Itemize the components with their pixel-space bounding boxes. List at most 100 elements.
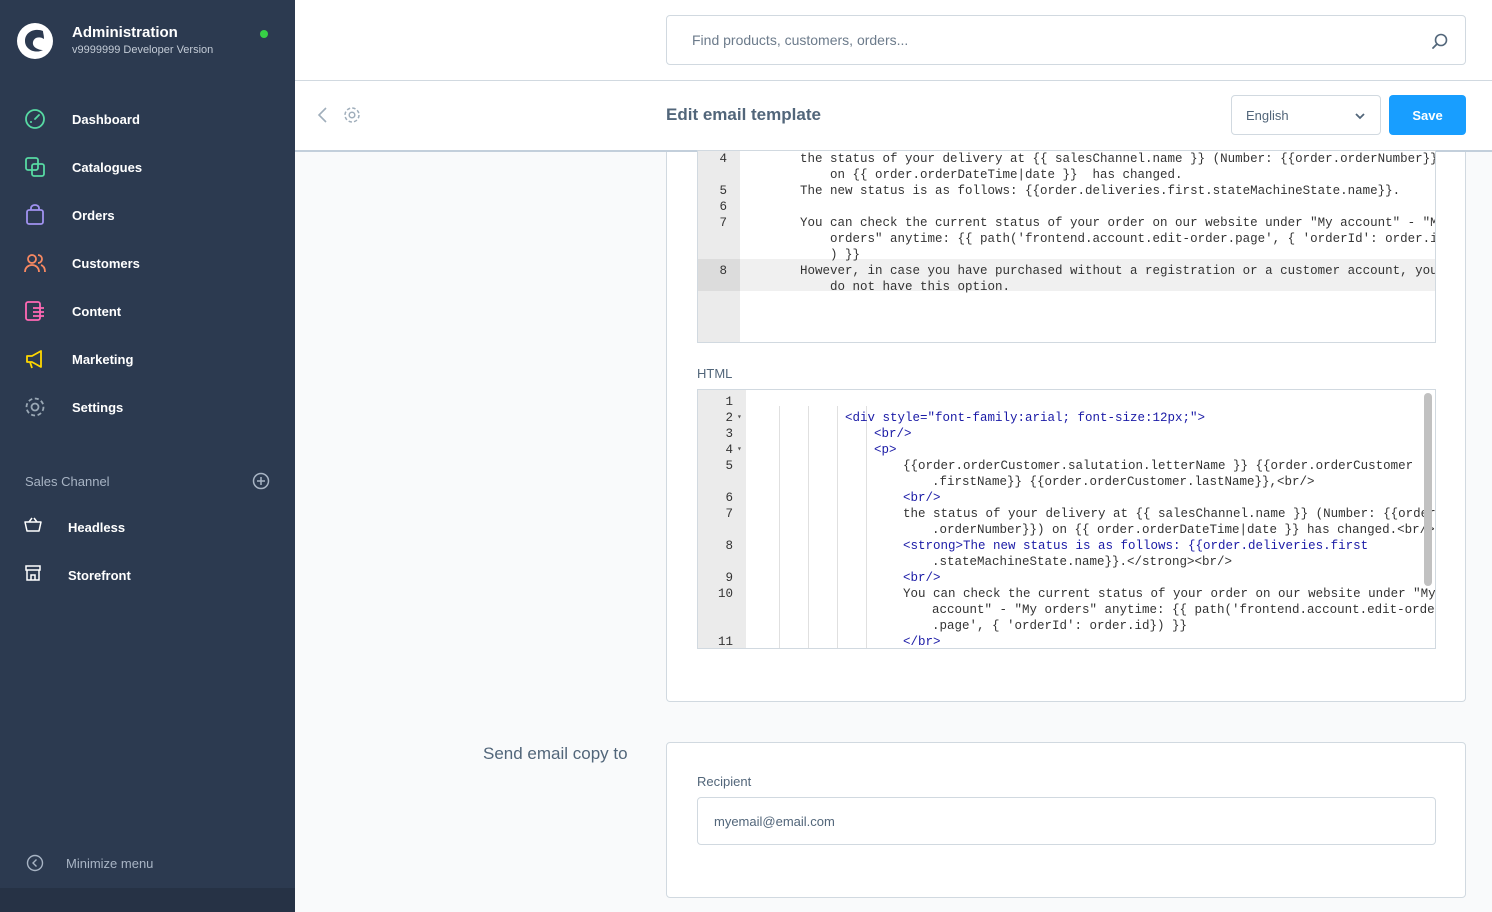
code-text: <br/>: [874, 427, 912, 441]
html-editor-label: HTML: [697, 366, 733, 381]
code-text: <strong>The new status is as follows: {{…: [903, 539, 1369, 553]
code-text: .firstName}} {{order.orderCustomer.lastN…: [932, 475, 1315, 489]
code-text: account" - "My orders" anytime: {{ path(…: [932, 603, 1436, 617]
main-nav: Dashboard Catalogues Orders Customers Co…: [0, 95, 295, 431]
sales-channel-item-storefront[interactable]: Storefront: [0, 551, 295, 599]
search-icon[interactable]: [1431, 32, 1449, 50]
sidebar: Administration v9999999 Developer Versio…: [0, 0, 295, 912]
nav-item-catalogues[interactable]: Catalogues: [0, 143, 295, 191]
code-text: .stateMachineState.name}}.</strong><br/>: [932, 555, 1233, 569]
marketing-icon: [24, 348, 46, 370]
page-title: Edit email template: [666, 105, 821, 124]
minimize-menu-button[interactable]: Minimize menu: [26, 854, 153, 872]
line-number: 4: [719, 152, 727, 166]
code-text: <br/>: [903, 571, 941, 585]
nav-item-content[interactable]: Content: [0, 287, 295, 335]
code-text: .orderNumber}}) on {{ order.orderDateTim…: [932, 523, 1435, 537]
app-version: v9999999 Developer Version: [72, 44, 214, 56]
smart-bar: Edit email template English Save: [295, 81, 1492, 152]
fold-arrow-icon[interactable]: ▾: [737, 442, 742, 458]
sidebar-footer: [0, 888, 295, 912]
nav-item-settings[interactable]: Settings: [0, 383, 295, 431]
mail-content-card: 4 the status of your delivery at {{ sales…: [666, 150, 1466, 702]
code-text: <div style="font-family:arial; font-size…: [845, 411, 1206, 425]
sales-channel-item-headless[interactable]: Headless: [0, 503, 295, 551]
line-number: 9: [725, 571, 733, 585]
gear-icon[interactable]: [343, 106, 361, 124]
line-number: 2: [725, 411, 733, 425]
code-text: .page', { 'orderId': order.id}) }}: [932, 619, 1188, 633]
line-number: 4: [725, 443, 733, 457]
nav-item-customers[interactable]: Customers: [0, 239, 295, 287]
online-status-indicator: [260, 30, 268, 38]
code-text: do not have this option.: [800, 280, 1011, 294]
line-number: 8: [719, 264, 727, 278]
plain-text-editor[interactable]: 4 the status of your delivery at {{ sales…: [697, 150, 1436, 343]
code-text: the status of your delivery at {{ salesC…: [903, 507, 1436, 521]
html-editor[interactable]: 1 2 ▾ <div style="font-family:arial; font-s…: [697, 389, 1436, 649]
code-text: ) }}: [800, 248, 861, 262]
language-value: English: [1246, 107, 1289, 123]
back-arrow-icon[interactable]: [315, 105, 331, 125]
search-input[interactable]: [692, 32, 1412, 48]
shopware-logo-icon: [17, 23, 53, 59]
nav-label: Customers: [72, 255, 140, 271]
code-text: However, in case you have purchased with…: [800, 264, 1436, 278]
line-number: 10: [717, 587, 733, 601]
line-number: 11: [717, 635, 733, 649]
line-number: 7: [725, 507, 733, 521]
indent-guide: [837, 406, 838, 648]
nav-label: Content: [72, 303, 122, 319]
orders-icon: [24, 204, 46, 226]
save-button[interactable]: Save: [1389, 95, 1466, 135]
line-number: 5: [725, 459, 733, 473]
sales-channel-label: Storefront: [68, 567, 131, 583]
code-text: <br/>: [903, 491, 941, 505]
indent-guide: [808, 406, 809, 648]
top-bar: [295, 0, 1492, 81]
fold-arrow-icon[interactable]: ▾: [737, 410, 742, 426]
send-copy-card: Recipient: [666, 742, 1466, 898]
content-icon: [24, 300, 46, 322]
line-number: 6: [719, 200, 727, 214]
line-number: 8: [725, 539, 733, 553]
minimize-menu-label: Minimize menu: [66, 855, 154, 871]
nav-item-marketing[interactable]: Marketing: [0, 335, 295, 383]
language-switch[interactable]: English: [1231, 95, 1381, 135]
sales-channel-nav: Headless Storefront: [0, 503, 295, 599]
line-number: 3: [725, 427, 733, 441]
code-text: on {{ order.orderDateTime|date }} has ch…: [800, 168, 1183, 182]
recipient-input[interactable]: [697, 797, 1436, 845]
add-sales-channel-icon[interactable]: [252, 472, 270, 490]
global-search: [666, 15, 1466, 65]
editor-scrollbar[interactable]: [1424, 393, 1432, 586]
code-text: {{order.orderCustomer.salutation.letterN…: [903, 459, 1414, 473]
sales-channel-title: Sales Channel: [25, 473, 110, 489]
storefront-icon: [24, 564, 42, 587]
nav-label: Catalogues: [72, 159, 143, 175]
nav-label: Orders: [72, 207, 115, 223]
nav-item-orders[interactable]: Orders: [0, 191, 295, 239]
basket-icon: [24, 516, 42, 539]
line-number: 1: [725, 395, 733, 409]
recipient-label: Recipient: [697, 774, 752, 789]
app-title: Administration: [72, 24, 178, 41]
brand[interactable]: Administration v9999999 Developer Versio…: [16, 22, 213, 60]
code-text: You can check the current status of your…: [800, 216, 1436, 230]
editor-gutter: [698, 151, 740, 342]
code-text: The new status is as follows: {{order.de…: [800, 184, 1401, 198]
customers-icon: [24, 252, 46, 274]
line-number: 6: [725, 491, 733, 505]
nav-item-dashboard[interactable]: Dashboard: [0, 95, 295, 143]
code-text: </br>: [903, 635, 941, 649]
line-number: 5: [719, 184, 727, 198]
sales-channel-label: Headless: [68, 519, 126, 535]
code-text: <p>: [874, 443, 897, 457]
catalogue-icon: [24, 156, 46, 178]
indent-guide: [779, 406, 780, 648]
nav-label: Settings: [72, 399, 124, 415]
nav-label: Marketing: [72, 351, 134, 367]
code-text: the status of your delivery at {{ salesC…: [800, 152, 1436, 166]
send-copy-section-label: Send email copy to: [483, 744, 628, 763]
nav-label: Dashboard: [72, 111, 140, 127]
